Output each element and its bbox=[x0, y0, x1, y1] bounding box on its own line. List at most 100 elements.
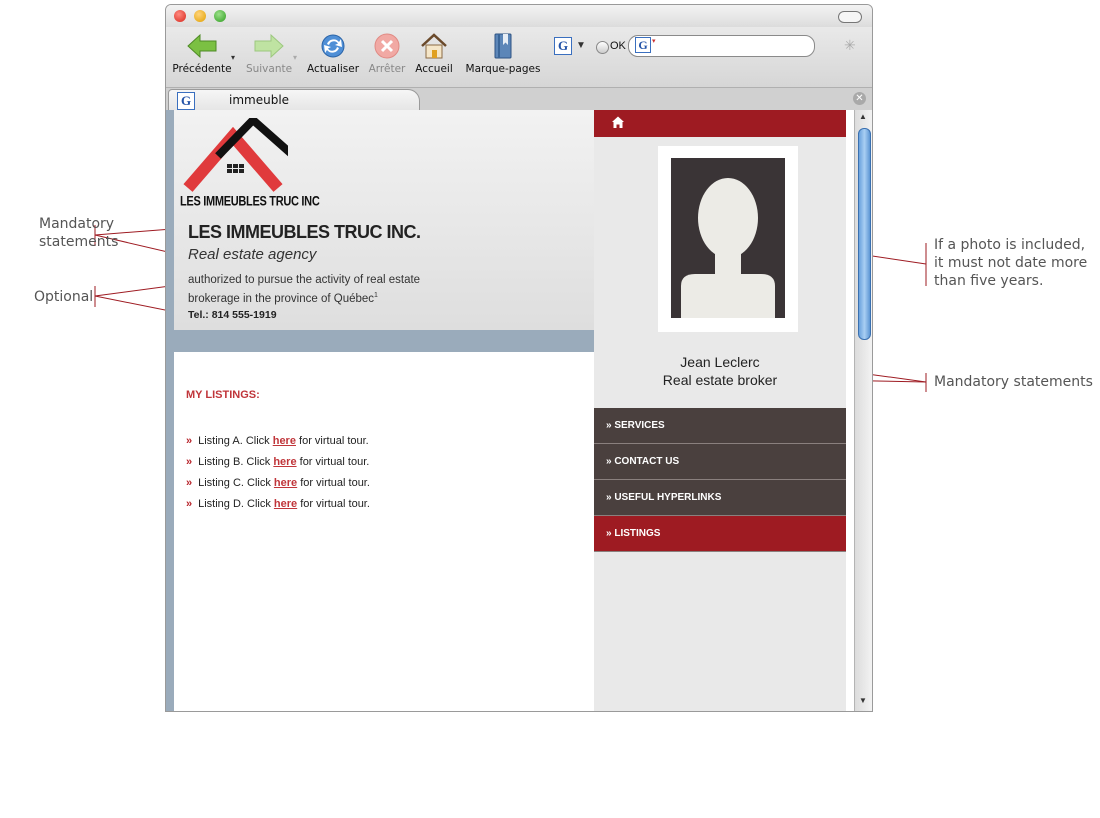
listing-text: for virtual tour. bbox=[296, 456, 370, 468]
broker-title: Real estate broker bbox=[662, 372, 778, 388]
bookmarks-button[interactable]: Marque-pages bbox=[460, 31, 546, 75]
listing-text: Listing D. Click bbox=[198, 498, 274, 510]
forward-arrow-icon bbox=[254, 33, 284, 59]
listing-text: Listing B. Click bbox=[198, 456, 274, 468]
minimize-window-button[interactable] bbox=[194, 10, 206, 22]
list-item: » Listing C. Click here for virtual tour. bbox=[186, 477, 370, 489]
authorization-statement: authorized to pursue the activity of rea… bbox=[188, 272, 488, 307]
company-logo: LES IMMEUBLES TRUC INC bbox=[178, 114, 328, 209]
menu-item-contact-us[interactable]: » CONTACT US bbox=[594, 444, 846, 480]
agency-type: Real estate agency bbox=[188, 246, 317, 263]
agency-header: LES IMMEUBLES TRUC INC LES IMMEUBLES TRU… bbox=[174, 110, 594, 330]
home-icon bbox=[421, 33, 447, 59]
activity-spinner-icon: ✳ bbox=[844, 37, 856, 53]
authorization-line: brokerage in the province of Québec1 bbox=[188, 288, 488, 307]
page-left-border bbox=[166, 110, 174, 711]
zoom-window-button[interactable] bbox=[214, 10, 226, 22]
back-button[interactable]: Précédente bbox=[170, 31, 234, 75]
google-search-icon: G bbox=[635, 37, 651, 53]
menu-item-useful-hyperlinks[interactable]: » USEFUL HYPERLINKS bbox=[594, 480, 846, 516]
listing-text: for virtual tour. bbox=[297, 477, 370, 489]
list-item: » Listing B. Click here for virtual tour. bbox=[186, 456, 369, 468]
virtual-tour-link[interactable]: here bbox=[274, 477, 297, 489]
bullet-icon: » bbox=[186, 477, 193, 489]
authorization-line: authorized to pursue the activity of rea… bbox=[188, 274, 421, 286]
listing-text: for virtual tour. bbox=[297, 498, 370, 510]
search-engine-dropdown-icon[interactable]: ▼ bbox=[576, 40, 586, 51]
close-tab-icon[interactable]: ✕ bbox=[853, 92, 866, 105]
google-search-engine-icon[interactable]: G bbox=[554, 37, 572, 55]
header-divider-bar bbox=[174, 330, 594, 352]
home-icon[interactable] bbox=[611, 115, 625, 129]
tab-bar: G immeuble ✕ bbox=[166, 87, 872, 111]
stop-button[interactable]: Arrêter bbox=[366, 31, 408, 75]
home-label: Accueil bbox=[415, 63, 453, 75]
broker-photo bbox=[658, 146, 798, 332]
stop-label: Arrêter bbox=[368, 63, 406, 75]
listing-text: for virtual tour. bbox=[295, 435, 369, 447]
ok-radio-button[interactable] bbox=[596, 41, 609, 54]
browser-window: Précédente ▾ Suivante ▾ Actualiser Arrêt… bbox=[165, 4, 873, 712]
authorization-text: brokerage in the province of Québec bbox=[188, 292, 375, 305]
reload-label: Actualiser bbox=[306, 63, 360, 75]
tab-favicon-icon: G bbox=[177, 92, 195, 110]
toolbar: Précédente ▾ Suivante ▾ Actualiser Arrêt… bbox=[166, 27, 872, 87]
photo-placeholder bbox=[671, 158, 785, 318]
virtual-tour-link[interactable]: here bbox=[273, 456, 296, 468]
annotation-optional-left: Optional bbox=[34, 289, 94, 305]
search-input[interactable]: G ▾ bbox=[628, 35, 815, 57]
person-silhouette-icon bbox=[681, 178, 775, 318]
virtual-tour-link[interactable]: here bbox=[273, 435, 296, 447]
title-bar bbox=[166, 5, 872, 27]
scroll-up-arrow-icon[interactable]: ▲ bbox=[859, 112, 867, 121]
page-content: LES IMMEUBLES TRUC INC LES IMMEUBLES TRU… bbox=[166, 110, 854, 711]
stop-icon bbox=[374, 33, 400, 59]
close-window-button[interactable] bbox=[174, 10, 186, 22]
annotation-mandatory-left: Mandatory statements bbox=[39, 215, 118, 251]
reload-icon bbox=[321, 34, 345, 58]
menu-item-listings[interactable]: » LISTINGS bbox=[594, 516, 846, 552]
bullet-icon: » bbox=[186, 498, 193, 510]
toolbar-toggle-button[interactable] bbox=[838, 11, 862, 23]
annotation-line: Mandatory bbox=[39, 216, 115, 232]
annotation-line: If a photo is included, bbox=[934, 237, 1086, 253]
company-name: LES IMMEUBLES TRUC INC. bbox=[188, 222, 421, 242]
virtual-tour-link[interactable]: here bbox=[274, 498, 297, 510]
phone-number: Tel.: 814 555-1919 bbox=[188, 309, 277, 321]
home-button[interactable]: Accueil bbox=[412, 31, 456, 75]
back-history-dropdown-icon[interactable]: ▾ bbox=[231, 53, 235, 62]
forward-label: Suivante bbox=[245, 63, 293, 75]
list-item: » Listing D. Click here for virtual tour. bbox=[186, 498, 370, 510]
menu-item-services[interactable]: » SERVICES bbox=[594, 408, 846, 444]
tab-immeuble[interactable]: G immeuble bbox=[168, 89, 420, 111]
forward-button[interactable]: Suivante bbox=[242, 31, 296, 75]
annotation-mandatory-right: Mandatory statements bbox=[934, 374, 1093, 390]
scroll-down-arrow-icon[interactable]: ▼ bbox=[859, 696, 867, 705]
bullet-icon: » bbox=[186, 435, 193, 447]
bookmarks-icon bbox=[494, 33, 512, 59]
annotation-line: than five years. bbox=[934, 273, 1044, 289]
scroll-thumb[interactable] bbox=[858, 128, 871, 340]
bookmarks-label: Marque-pages bbox=[465, 63, 541, 75]
bullet-icon: » bbox=[186, 456, 193, 468]
reload-button[interactable]: Actualiser bbox=[304, 31, 362, 75]
vertical-scrollbar[interactable]: ▲ ▼ bbox=[854, 110, 872, 711]
tab-label: immeuble bbox=[229, 93, 290, 107]
listing-text: Listing C. Click bbox=[198, 477, 274, 489]
listing-text: Listing A. Click bbox=[198, 435, 273, 447]
broker-name: Jean Leclerc bbox=[680, 354, 760, 370]
annotation-line: it must not date more bbox=[934, 255, 1088, 271]
forward-history-dropdown-icon[interactable]: ▾ bbox=[293, 53, 297, 62]
ok-label[interactable]: OK bbox=[610, 40, 626, 52]
annotation-photo-note: If a photo is included, it must not date… bbox=[934, 236, 1087, 290]
house-logo-icon bbox=[183, 114, 299, 192]
listings-heading: MY LISTINGS: bbox=[186, 389, 260, 401]
back-label: Précédente bbox=[172, 63, 232, 75]
annotation-line: statements bbox=[39, 234, 119, 250]
back-arrow-icon bbox=[187, 33, 217, 59]
home-nav-bar[interactable] bbox=[594, 110, 846, 137]
footnote-marker: 1 bbox=[374, 292, 378, 299]
search-dropdown-icon[interactable]: ▾ bbox=[652, 37, 656, 45]
list-item: » Listing A. Click here for virtual tour. bbox=[186, 435, 369, 447]
sidebar: Jean Leclerc Real estate broker » SERVIC… bbox=[594, 110, 846, 711]
